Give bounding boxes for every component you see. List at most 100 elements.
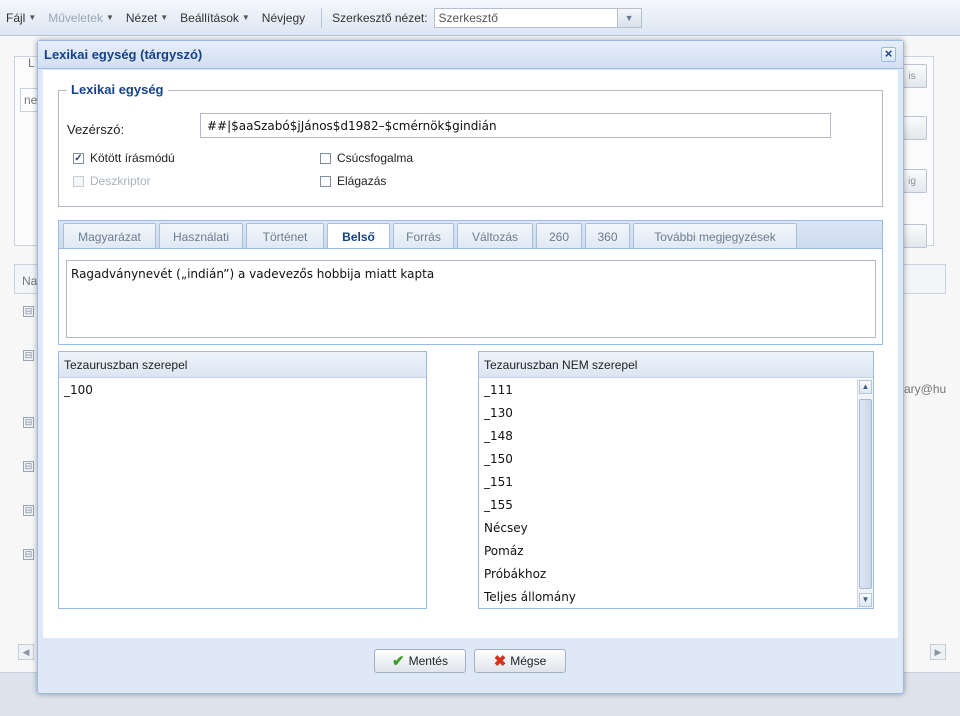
scrollbar-thumb[interactable] [859, 399, 872, 589]
view-mode-select[interactable]: Szerkesztő ▼ [433, 7, 642, 28]
background-fragment: L [28, 56, 35, 70]
tab-source[interactable]: Forrás [393, 223, 454, 249]
cancel-button[interactable]: ✖ Mégse [474, 649, 566, 673]
tab-internal[interactable]: Belső [327, 223, 390, 250]
checkbox-checked-icon: ✓ [73, 152, 84, 164]
internal-note-textarea[interactable]: Ragadványnevét („indián”) a vadevezős ho… [66, 260, 876, 338]
grid-row[interactable]: Pomáz [479, 539, 857, 562]
grid-row[interactable]: _151 [479, 470, 857, 493]
background-fragment: ne [24, 93, 38, 107]
cross-icon: ✖ [493, 653, 507, 670]
menu-about[interactable]: Névjegy [262, 11, 305, 25]
menu-operations-label: Műveletek [48, 10, 103, 25]
expand-icon: ⊟ [23, 549, 34, 560]
background-fragment: Na [22, 274, 38, 288]
background-fragment: is [908, 70, 916, 82]
grid-row[interactable]: Teljes állomány [479, 585, 857, 608]
cancel-button-label: Mégse [510, 654, 547, 668]
scroll-left-icon: ◀ [18, 644, 34, 660]
background-fragment: ig [908, 175, 916, 187]
tab-label: Történet [262, 229, 308, 244]
tab-history[interactable]: Történet [246, 223, 324, 249]
checkmark-icon: ✔ [392, 653, 405, 670]
not-in-thesaurus-grid: Tezauruszban NEM szerepel _111 _130 _148 _1… [478, 351, 874, 609]
grid-row[interactable]: Próbákhoz [479, 562, 857, 585]
close-button[interactable]: × [881, 47, 896, 62]
branching-checkbox[interactable]: Elágazás [320, 174, 386, 188]
lexical-unit-dialog: Lexikai egység (tárgyszó) × Lexikai egys… [37, 40, 904, 694]
descriptor-checkbox: Deszkriptor [73, 174, 151, 188]
tab-label: Használati [172, 229, 230, 244]
tab-360[interactable]: 360 [585, 223, 630, 249]
top-concept-checkbox[interactable]: Csúcsfogalma [320, 151, 413, 165]
tab-further-notes[interactable]: További megjegyzések [633, 223, 797, 249]
tab-260[interactable]: 260 [536, 223, 582, 249]
top-concept-label: Csúcsfogalma [337, 151, 414, 165]
bound-form-checkbox[interactable]: ✓ Kötött írásmódú [73, 151, 175, 165]
grid-row[interactable]: _100 [59, 378, 426, 401]
menu-settings[interactable]: Beállítások ▼ [180, 11, 250, 25]
chevron-down-icon: ▼ [241, 13, 250, 22]
expand-icon: ⊟ [23, 306, 34, 317]
grid-header-label: Tezauruszban NEM szerepel [484, 357, 638, 372]
dialog-header: Lexikai egység (tárgyszó) × [38, 41, 903, 69]
dialog-footer: ✔ Mentés ✖ Mégse [38, 637, 903, 693]
menu-settings-label: Beállítások [180, 10, 239, 25]
lexical-unit-fieldset: Lexikai egység Vezérszó: ##|$aaSzabó$jJá… [58, 82, 883, 207]
tab-label: 360 [597, 229, 618, 244]
tab-change[interactable]: Változás [457, 223, 533, 249]
save-button-label: Mentés [408, 654, 448, 668]
expand-icon: ⊟ [23, 461, 34, 472]
grid-row[interactable]: _155 [479, 493, 857, 516]
chevron-down-icon: ▼ [28, 13, 37, 22]
checkbox-icon [320, 175, 331, 187]
vertical-scrollbar[interactable]: ▲ ▼ [857, 379, 873, 608]
fieldset-legend: Lexikai egység [67, 82, 168, 97]
menu-view[interactable]: Nézet ▼ [126, 11, 168, 25]
in-thesaurus-grid: Tezauruszban szerepel _100 [58, 351, 427, 609]
tab-explanation[interactable]: Magyarázat [63, 223, 156, 249]
grid-body: _111 _130 _148 _150 _151 _155 Nécsey Pomáz Próbá… [479, 378, 857, 608]
menu-about-label: Névjegy [261, 10, 306, 25]
grid-header: Tezauruszban szerepel [59, 352, 426, 378]
dialog-body: Lexikai egység Vezérszó: ##|$aaSzabó$jJá… [43, 70, 898, 638]
tab-label: Magyarázat [78, 229, 141, 244]
headword-input[interactable]: ##|$aaSzabó$jJános$d1982–$cmérnök$gindiá… [200, 113, 831, 138]
headword-value: ##|$aaSzabó$jJános$d1982–$cmérnök$gindiá… [207, 118, 497, 133]
save-button[interactable]: ✔ Mentés [374, 649, 466, 673]
menu-file[interactable]: Fájl ▼ [6, 11, 36, 25]
menu-separator [321, 7, 323, 28]
tab-panel-internal: Ragadványnevét („indián”) a vadevezős ho… [58, 248, 883, 345]
view-mode-label: Szerkesztő nézet: [332, 10, 428, 25]
dialog-title: Lexikai egység (tárgyszó) [44, 47, 203, 62]
menu-file-label: Fájl [6, 10, 26, 25]
scroll-down-icon[interactable]: ▼ [859, 593, 872, 607]
menubar: Fájl ▼ Műveletek ▼ Nézet ▼ Beállítások ▼ Név… [0, 0, 960, 36]
scroll-up-icon[interactable]: ▲ [859, 380, 872, 394]
expand-icon: ⊟ [23, 350, 34, 361]
internal-note-text: Ragadványnevét („indián”) a vadevezős ho… [71, 267, 435, 281]
grid-row[interactable]: Nécsey [479, 516, 857, 539]
background-fragment: ary@hu [904, 382, 947, 396]
grid-header-label: Tezauruszban szerepel [64, 357, 188, 372]
checkbox-icon [73, 175, 84, 187]
tab-usage[interactable]: Használati [159, 223, 243, 249]
chevron-down-icon: ▼ [105, 13, 114, 22]
expand-icon: ⊟ [23, 505, 34, 516]
grid-row[interactable]: _130 [479, 401, 857, 424]
chevron-down-icon: ▼ [160, 13, 169, 22]
grid-row[interactable]: _150 [479, 447, 857, 470]
branching-label: Elágazás [337, 174, 387, 188]
tab-label: 260 [548, 229, 570, 244]
grid-row[interactable]: _111 [479, 378, 857, 401]
chevron-down-icon[interactable]: ▼ [616, 8, 641, 27]
headword-label: Vezérszó: [67, 122, 125, 137]
tab-label: Változás [471, 229, 519, 244]
menu-operations[interactable]: Műveletek ▼ [48, 11, 114, 25]
bound-form-label: Kötött írásmódú [90, 151, 175, 165]
menu-view-label: Nézet [125, 10, 158, 25]
grid-row[interactable]: _148 [479, 424, 857, 447]
scroll-right-icon: ▶ [930, 644, 946, 660]
expand-icon: ⊟ [23, 417, 34, 428]
tab-strip: Magyarázat Használati Történet Belső For… [58, 220, 883, 250]
